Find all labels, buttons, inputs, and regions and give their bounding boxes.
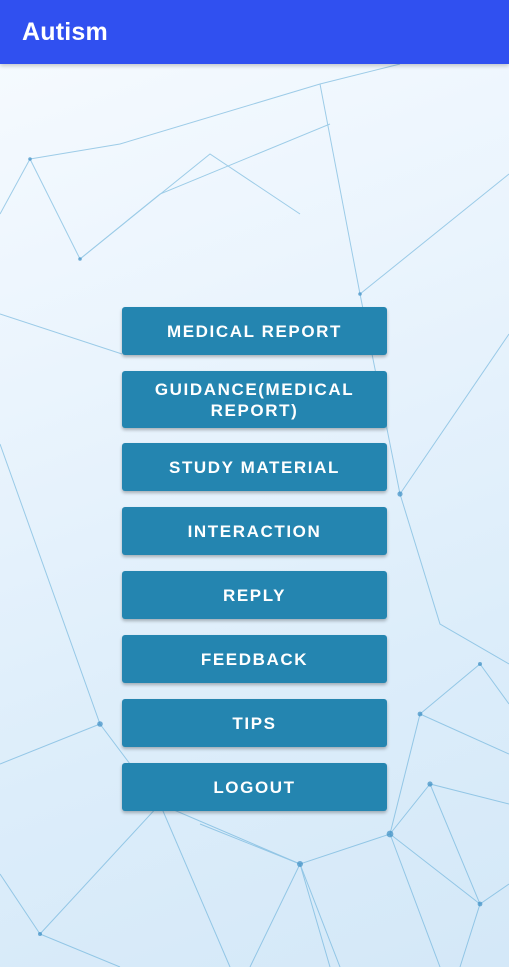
reply-button[interactable]: REPLY: [122, 571, 387, 619]
study-material-button[interactable]: STUDY MATERIAL: [122, 443, 387, 491]
logout-button[interactable]: LOGOUT: [122, 763, 387, 811]
app-bar: Autism: [0, 0, 509, 64]
guidance-medical-report-button[interactable]: GUIDANCE(MEDICAL REPORT): [122, 371, 387, 428]
app-title: Autism: [22, 17, 108, 46]
tips-button[interactable]: TIPS: [122, 699, 387, 747]
feedback-button[interactable]: FEEDBACK: [122, 635, 387, 683]
medical-report-button[interactable]: MEDICAL REPORT: [122, 307, 387, 355]
interaction-button[interactable]: INTERACTION: [122, 507, 387, 555]
main-menu: MEDICAL REPORT GUIDANCE(MEDICAL REPORT) …: [122, 307, 387, 827]
